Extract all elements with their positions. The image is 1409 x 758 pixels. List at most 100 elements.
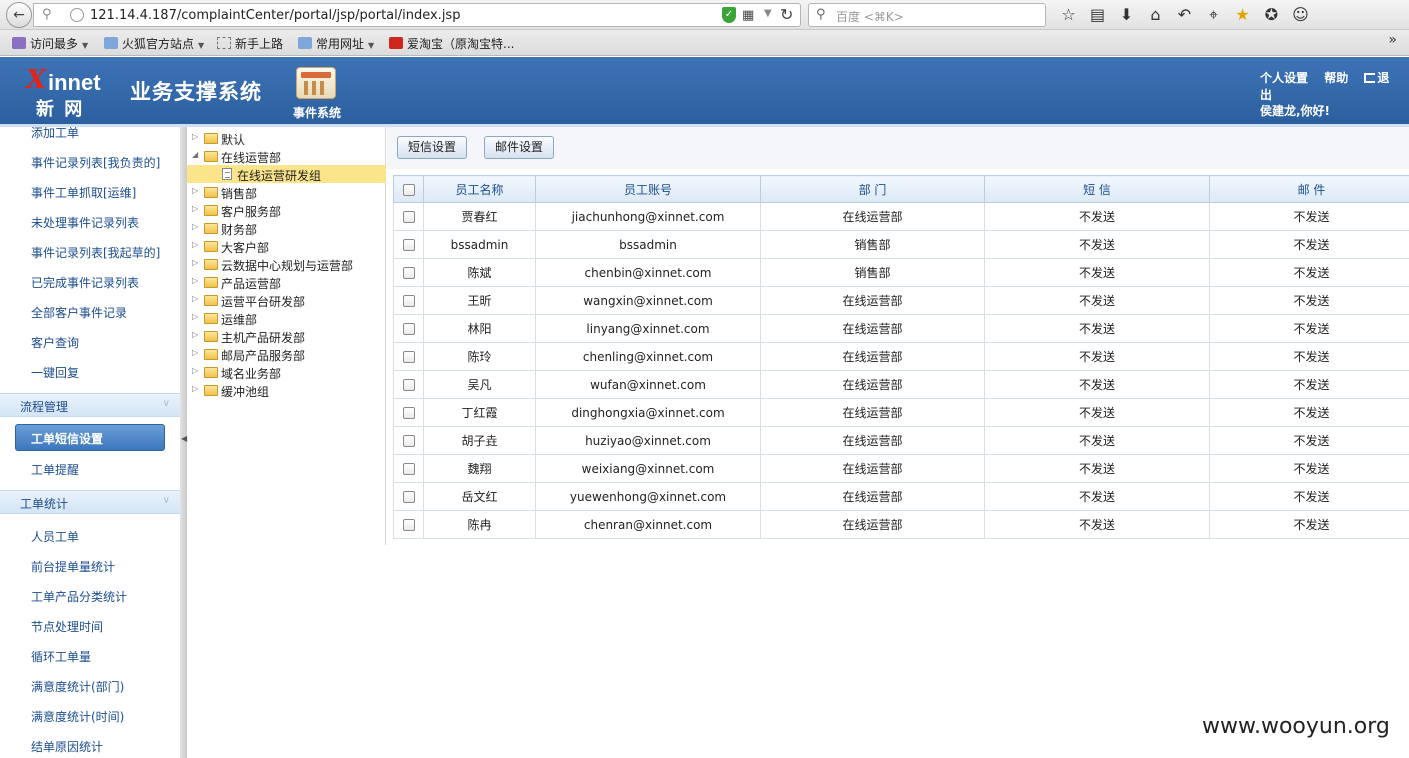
tree-node[interactable]: ▷ 销售部 — [187, 183, 386, 201]
sidebar-item-loop-tickets[interactable]: 循环工单量 — [31, 648, 91, 665]
bookmark-firefox-official[interactable]: 火狐官方站点 ▼ — [104, 35, 204, 52]
row-checkbox[interactable] — [402, 463, 415, 475]
collapsed-triangle-icon[interactable]: ▷ — [192, 312, 198, 321]
row-checkbox[interactable] — [402, 379, 415, 391]
table-row[interactable]: 陈玲 chenling@xinnet.com 在线运营部 不发送 不发送 — [393, 342, 1409, 371]
qr-icon[interactable]: ▦ — [742, 8, 754, 23]
row-checkbox[interactable] — [402, 351, 415, 363]
sidebar-item-product-stats[interactable]: 工单产品分类统计 — [31, 588, 127, 605]
collapsed-triangle-icon[interactable]: ▷ — [192, 384, 198, 393]
row-checkbox[interactable] — [402, 211, 415, 223]
tree-node[interactable]: ▷ 运维部 — [187, 309, 386, 327]
collapsed-triangle-icon[interactable]: ▷ — [192, 240, 198, 249]
sidebar-item-my-responsible[interactable]: 事件记录列表[我负责的] — [31, 154, 160, 171]
table-row[interactable]: 胡子垚 huziyao@xinnet.com 在线运营部 不发送 不发送 — [393, 426, 1409, 455]
row-checkbox[interactable] — [402, 323, 415, 335]
collapsed-triangle-icon[interactable]: ▷ — [192, 132, 198, 141]
sidebar-item-my-drafted[interactable]: 事件记录列表[我起草的] — [31, 244, 160, 261]
sidebar-item-unprocessed[interactable]: 未处理事件记录列表 — [31, 214, 139, 231]
sidebar-splitter[interactable]: ◀ — [180, 127, 187, 758]
sidebar-group-stats[interactable]: 工单统计 ∨ — [0, 490, 180, 514]
tree-node[interactable]: ▷ 运营平台研发部 — [187, 291, 386, 309]
sidebar-item-node-time[interactable]: 节点处理时间 — [31, 618, 103, 635]
shield-icon[interactable]: ✓ — [722, 7, 736, 23]
bird-icon[interactable]: ✪ — [1257, 4, 1286, 26]
mail-settings-button[interactable]: 邮件设置 — [484, 136, 555, 159]
tree-node[interactable]: 在线运营研发组 — [187, 165, 386, 183]
sidebar-item-quick-reply[interactable]: 一键回复 — [31, 364, 79, 381]
row-checkbox[interactable] — [402, 407, 415, 419]
expanded-triangle-icon[interactable]: ◢ — [192, 150, 198, 159]
sidebar-item-staff-tickets[interactable]: 人员工单 — [31, 528, 79, 545]
home-icon[interactable]: ⌂ — [1141, 4, 1170, 26]
search-field[interactable]: ⚲ 百度 <⌘K> — [808, 3, 1046, 27]
col-account[interactable]: 员工账号 — [535, 175, 761, 203]
sidebar-item-ticket-grab[interactable]: 事件工单抓取[运维] — [31, 184, 136, 201]
tree-node[interactable]: ◢ 在线运营部 — [187, 147, 386, 165]
tree-node[interactable]: ▷ 云数据中心规划与运营部 — [187, 255, 386, 273]
col-sms[interactable]: 短 信 — [984, 175, 1210, 203]
sidebar-item-customer-query[interactable]: 客户查询 — [31, 334, 79, 351]
table-row[interactable]: 魏翔 weixiang@xinnet.com 在线运营部 不发送 不发送 — [393, 454, 1409, 483]
col-mail[interactable]: 邮 件 — [1209, 175, 1409, 203]
bookmark-common-sites[interactable]: 常用网址 ▼ — [298, 35, 374, 52]
download-icon[interactable]: ⬇ — [1112, 4, 1141, 26]
crop-icon[interactable]: ⌖ — [1199, 4, 1228, 26]
row-checkbox[interactable] — [402, 491, 415, 503]
collapsed-triangle-icon[interactable]: ▷ — [192, 348, 198, 357]
tree-node[interactable]: ▷ 客户服务部 — [187, 201, 386, 219]
sms-settings-button[interactable]: 短信设置 — [397, 136, 468, 159]
sidebar-item-remind[interactable]: 工单提醒 — [31, 461, 79, 478]
table-row[interactable]: 林阳 linyang@xinnet.com 在线运营部 不发送 不发送 — [393, 314, 1409, 343]
row-checkbox[interactable] — [402, 435, 415, 447]
addon-star-icon[interactable]: ★ — [1228, 4, 1257, 26]
bookmark-most-visited[interactable]: 访问最多 ▼ — [12, 35, 88, 52]
address-bar[interactable]: ⚲ 121.14.4.187/complaintCenter/portal/js… — [33, 3, 801, 27]
reading-list-icon[interactable]: ▤ — [1083, 4, 1112, 26]
tree-node[interactable]: ▷ 大客户部 — [187, 237, 386, 255]
table-row[interactable]: 陈冉 chenran@xinnet.com 在线运营部 不发送 不发送 — [393, 510, 1409, 539]
table-row[interactable]: 陈斌 chenbin@xinnet.com 销售部 不发送 不发送 — [393, 258, 1409, 287]
collapsed-triangle-icon[interactable]: ▷ — [192, 204, 198, 213]
sidebar-item-completed[interactable]: 已完成事件记录列表 — [31, 274, 139, 291]
row-checkbox[interactable] — [402, 267, 415, 279]
bookmark-getting-started[interactable]: 新手上路 — [217, 35, 283, 52]
collapsed-triangle-icon[interactable]: ▷ — [192, 258, 198, 267]
tree-node[interactable]: ▷ 主机产品研发部 — [187, 327, 386, 345]
event-system-button[interactable]: 事件系统 — [290, 67, 344, 121]
select-all-checkbox[interactable] — [402, 183, 415, 196]
help-link[interactable]: 帮助 — [1324, 71, 1348, 85]
col-department[interactable]: 部 门 — [760, 175, 985, 203]
tree-node[interactable]: ▷ 默认 — [187, 129, 386, 147]
reload-icon[interactable]: ↻ — [780, 5, 793, 24]
table-row[interactable]: 丁红霞 dinghongxia@xinnet.com 在线运营部 不发送 不发送 — [393, 398, 1409, 427]
table-row[interactable]: 吴凡 wufan@xinnet.com 在线运营部 不发送 不发送 — [393, 370, 1409, 399]
sidebar-item-sms-settings[interactable]: 工单短信设置 — [15, 424, 165, 451]
chevron-down-icon[interactable]: ▼ — [764, 8, 772, 19]
url-text[interactable]: 121.14.4.187/complaintCenter/portal/jsp/… — [90, 8, 460, 23]
back-arrow-icon[interactable]: ← — [6, 2, 32, 28]
sidebar-item-satisfaction-time[interactable]: 满意度统计(时间) — [31, 708, 124, 725]
collapsed-triangle-icon[interactable]: ▷ — [192, 222, 198, 231]
row-checkbox[interactable] — [402, 519, 415, 531]
sidebar-item-add-ticket[interactable]: 添加工单 — [31, 127, 79, 141]
sidebar-item-all-customer[interactable]: 全部客户事件记录 — [31, 304, 127, 321]
table-row[interactable]: 岳文红 yuewenhong@xinnet.com 在线运营部 不发送 不发送 — [393, 482, 1409, 511]
star-icon[interactable]: ☆ — [1054, 4, 1083, 26]
table-row[interactable]: 王昕 wangxin@xinnet.com 在线运营部 不发送 不发送 — [393, 286, 1409, 315]
tree-node[interactable]: ▷ 邮局产品服务部 — [187, 345, 386, 363]
col-name[interactable]: 员工名称 — [423, 175, 536, 203]
personal-settings-link[interactable]: 个人设置 — [1260, 71, 1308, 85]
table-row[interactable]: 贾春红 jiachunhong@xinnet.com 在线运营部 不发送 不发送 — [393, 202, 1409, 231]
tree-node[interactable]: ▷ 财务部 — [187, 219, 386, 237]
undo-icon[interactable]: ↶ — [1170, 4, 1199, 26]
collapsed-triangle-icon[interactable]: ▷ — [192, 294, 198, 303]
tree-node[interactable]: ▷ 缓冲池组 — [187, 381, 386, 399]
sidebar-group-process[interactable]: 流程管理 ∨ — [0, 393, 180, 417]
collapsed-triangle-icon[interactable]: ▷ — [192, 276, 198, 285]
bookmark-taobao[interactable]: 爱淘宝（原淘宝特... — [389, 35, 514, 52]
row-checkbox[interactable] — [402, 239, 415, 251]
sidebar-item-satisfaction-dept[interactable]: 满意度统计(部门) — [31, 678, 124, 695]
collapsed-triangle-icon[interactable]: ▷ — [192, 330, 198, 339]
tree-node[interactable]: ▷ 产品运营部 — [187, 273, 386, 291]
